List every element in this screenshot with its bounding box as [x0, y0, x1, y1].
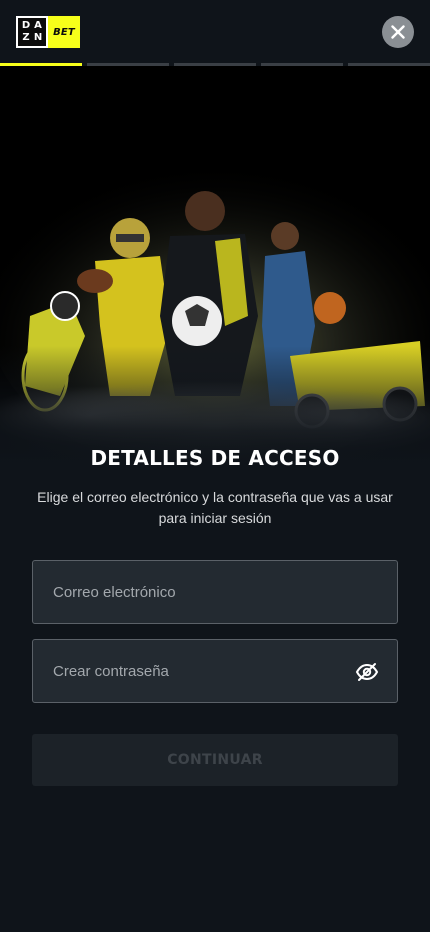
password-field[interactable] — [32, 639, 398, 703]
header: D A Z N BET — [0, 0, 430, 64]
logo-letter: A — [34, 20, 42, 31]
close-button[interactable] — [382, 16, 414, 48]
signup-page: D A Z N BET DETALLES DE ACCESO Elige el … — [0, 0, 430, 932]
hero-image — [0, 66, 430, 466]
dazn-logo: D A Z N — [16, 16, 48, 48]
bet-logo: BET — [48, 16, 80, 48]
page-subtitle: Elige el correo electrónico y la contras… — [37, 489, 393, 526]
password-input[interactable] — [53, 662, 377, 680]
logo-letter: Z — [22, 32, 30, 43]
dazn-bet-logo: D A Z N BET — [16, 16, 80, 48]
continue-button[interactable]: CONTINUAR — [32, 734, 398, 786]
email-field[interactable] — [32, 560, 398, 624]
logo-letter: D — [21, 20, 31, 31]
eye-slash-icon[interactable] — [355, 660, 379, 684]
close-icon — [391, 25, 405, 39]
email-input[interactable] — [53, 583, 377, 601]
logo-letter: N — [33, 32, 43, 43]
page-title: DETALLES DE ACCESO — [90, 446, 340, 470]
